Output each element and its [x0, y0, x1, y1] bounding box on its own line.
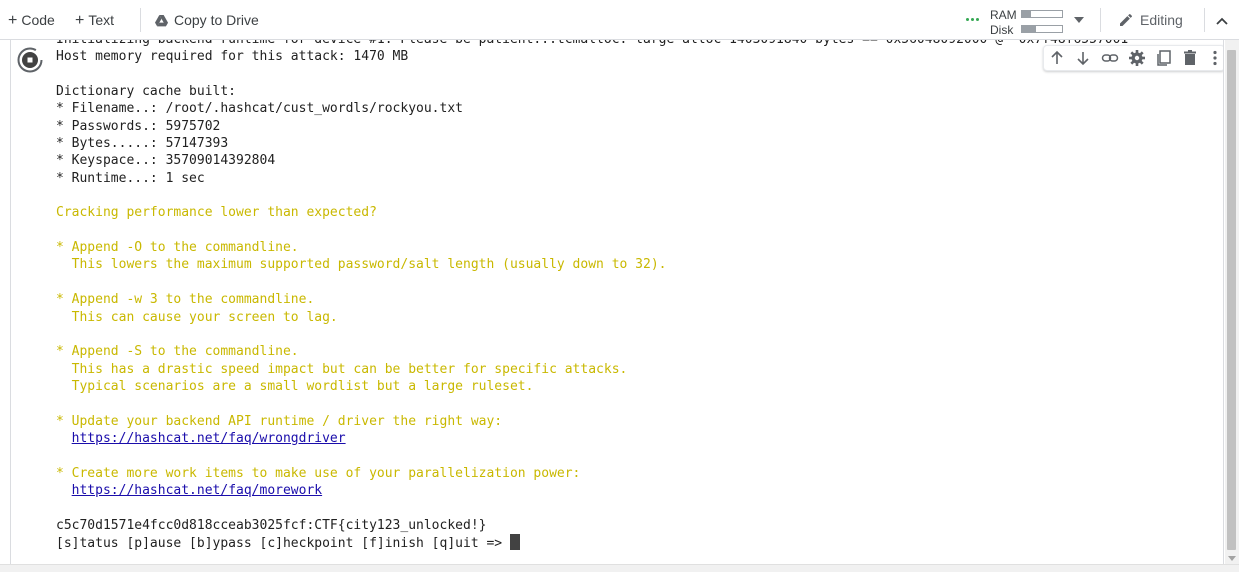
connected-status-icon: [966, 18, 982, 22]
output-link[interactable]: https://hashcat.net/faq/wrongdriver: [72, 431, 346, 446]
arrow-up-icon[interactable]: [1048, 49, 1066, 67]
scrollbar-thumb[interactable]: [1227, 50, 1236, 550]
warning-line: * Update your backend API runtime / driv…: [56, 413, 503, 429]
copy-to-drive-label: Copy to Drive: [174, 12, 259, 28]
plus-icon: +: [8, 12, 18, 29]
pencil-icon: [1120, 13, 1133, 26]
chevron-down-icon[interactable]: [1074, 17, 1084, 23]
output-line: * Keyspace..: 35709014392804: [56, 153, 276, 169]
ram-usage-fill: [1022, 11, 1031, 17]
toolbar-divider: [140, 8, 141, 32]
trash-icon[interactable]: [1181, 49, 1199, 67]
editing-label: Editing: [1140, 12, 1183, 28]
output-line: Host memory required for this attack: 14…: [56, 49, 409, 65]
more-vert-icon[interactable]: [1206, 49, 1224, 67]
cell-output: Initializing backend runtime for device …: [56, 40, 1128, 551]
prompt-text: [s]tatus [p]ause [b]ypass [c]heckpoint […: [56, 535, 510, 551]
output-line: * Filename..: /root/.hashcat/cust_wordls…: [56, 101, 463, 117]
hashcat-prompt: [s]tatus [p]ause [b]ypass [c]heckpoint […: [56, 533, 1128, 551]
stop-execution-button[interactable]: [17, 47, 43, 73]
notebook-toolbar: + Code + Text Copy to Drive RAM Disk Editi…: [0, 0, 1239, 40]
link-icon[interactable]: [1101, 49, 1119, 67]
output-line: Dictionary cache built:: [56, 84, 237, 100]
add-code-button[interactable]: + Code: [8, 9, 55, 31]
copy-to-drive-button[interactable]: Copy to Drive: [155, 9, 259, 31]
toolbar-divider: [1100, 8, 1101, 32]
code-cell: Initializing backend runtime for device …: [10, 40, 1224, 564]
arrow-down-icon[interactable]: [1074, 49, 1092, 67]
disk-label: Disk: [990, 23, 1014, 37]
horizontal-scrollbar[interactable]: [0, 564, 1239, 572]
chevron-up-icon[interactable]: [1214, 13, 1230, 29]
ram-label: RAM: [990, 8, 1017, 22]
warning-line: * Append -S to the commandline.: [56, 344, 299, 360]
vertical-scrollbar[interactable]: [1225, 40, 1239, 564]
mirror-cell-icon[interactable]: [1155, 49, 1173, 67]
add-text-button[interactable]: + Text: [75, 9, 114, 31]
editing-mode-button[interactable]: Editing: [1118, 9, 1183, 31]
output-line: Initializing backend runtime for device …: [56, 40, 1128, 48]
warning-line: This can cause your screen to lag.: [56, 309, 338, 325]
add-code-label: Code: [21, 12, 55, 28]
scroll-down-icon[interactable]: [1228, 556, 1236, 561]
gear-icon[interactable]: [1128, 49, 1146, 67]
output-link[interactable]: https://hashcat.net/faq/morework: [72, 483, 322, 498]
disk-usage-fill: [1022, 26, 1036, 32]
cell-toolbar: [1043, 45, 1224, 71]
plus-icon: +: [75, 12, 85, 29]
toolbar-divider: [1204, 8, 1205, 32]
warning-line: This lowers the maximum supported passwo…: [56, 257, 667, 273]
ram-usage-bar[interactable]: [1021, 10, 1063, 18]
output-link-line: https://hashcat.net/faq/morework: [56, 482, 1128, 499]
output-line: * Passwords.: 5975702: [56, 118, 221, 134]
warning-line: * Create more work items to make use of …: [56, 465, 581, 481]
text-cursor[interactable]: [509, 533, 520, 550]
warning-line: This has a drastic speed impact but can …: [56, 361, 628, 377]
output-line: c5c70d1571e4fcc0d818cceab3025fcf:CTF{cit…: [56, 517, 487, 533]
warning-line: * Append -w 3 to the commandline.: [56, 292, 315, 308]
drive-icon: [155, 15, 168, 27]
warning-line: * Append -O to the commandline.: [56, 240, 299, 256]
output-line: * Bytes.....: 57147393: [56, 136, 229, 152]
warning-line: Typical scenarios are a small wordlist b…: [56, 378, 534, 394]
warning-line: Cracking performance lower than expected…: [56, 205, 377, 221]
output-link-line: https://hashcat.net/faq/wrongdriver: [56, 430, 1128, 447]
add-text-label: Text: [88, 12, 115, 28]
disk-usage-bar[interactable]: [1021, 25, 1063, 33]
output-line: * Runtime...: 1 sec: [56, 170, 205, 186]
